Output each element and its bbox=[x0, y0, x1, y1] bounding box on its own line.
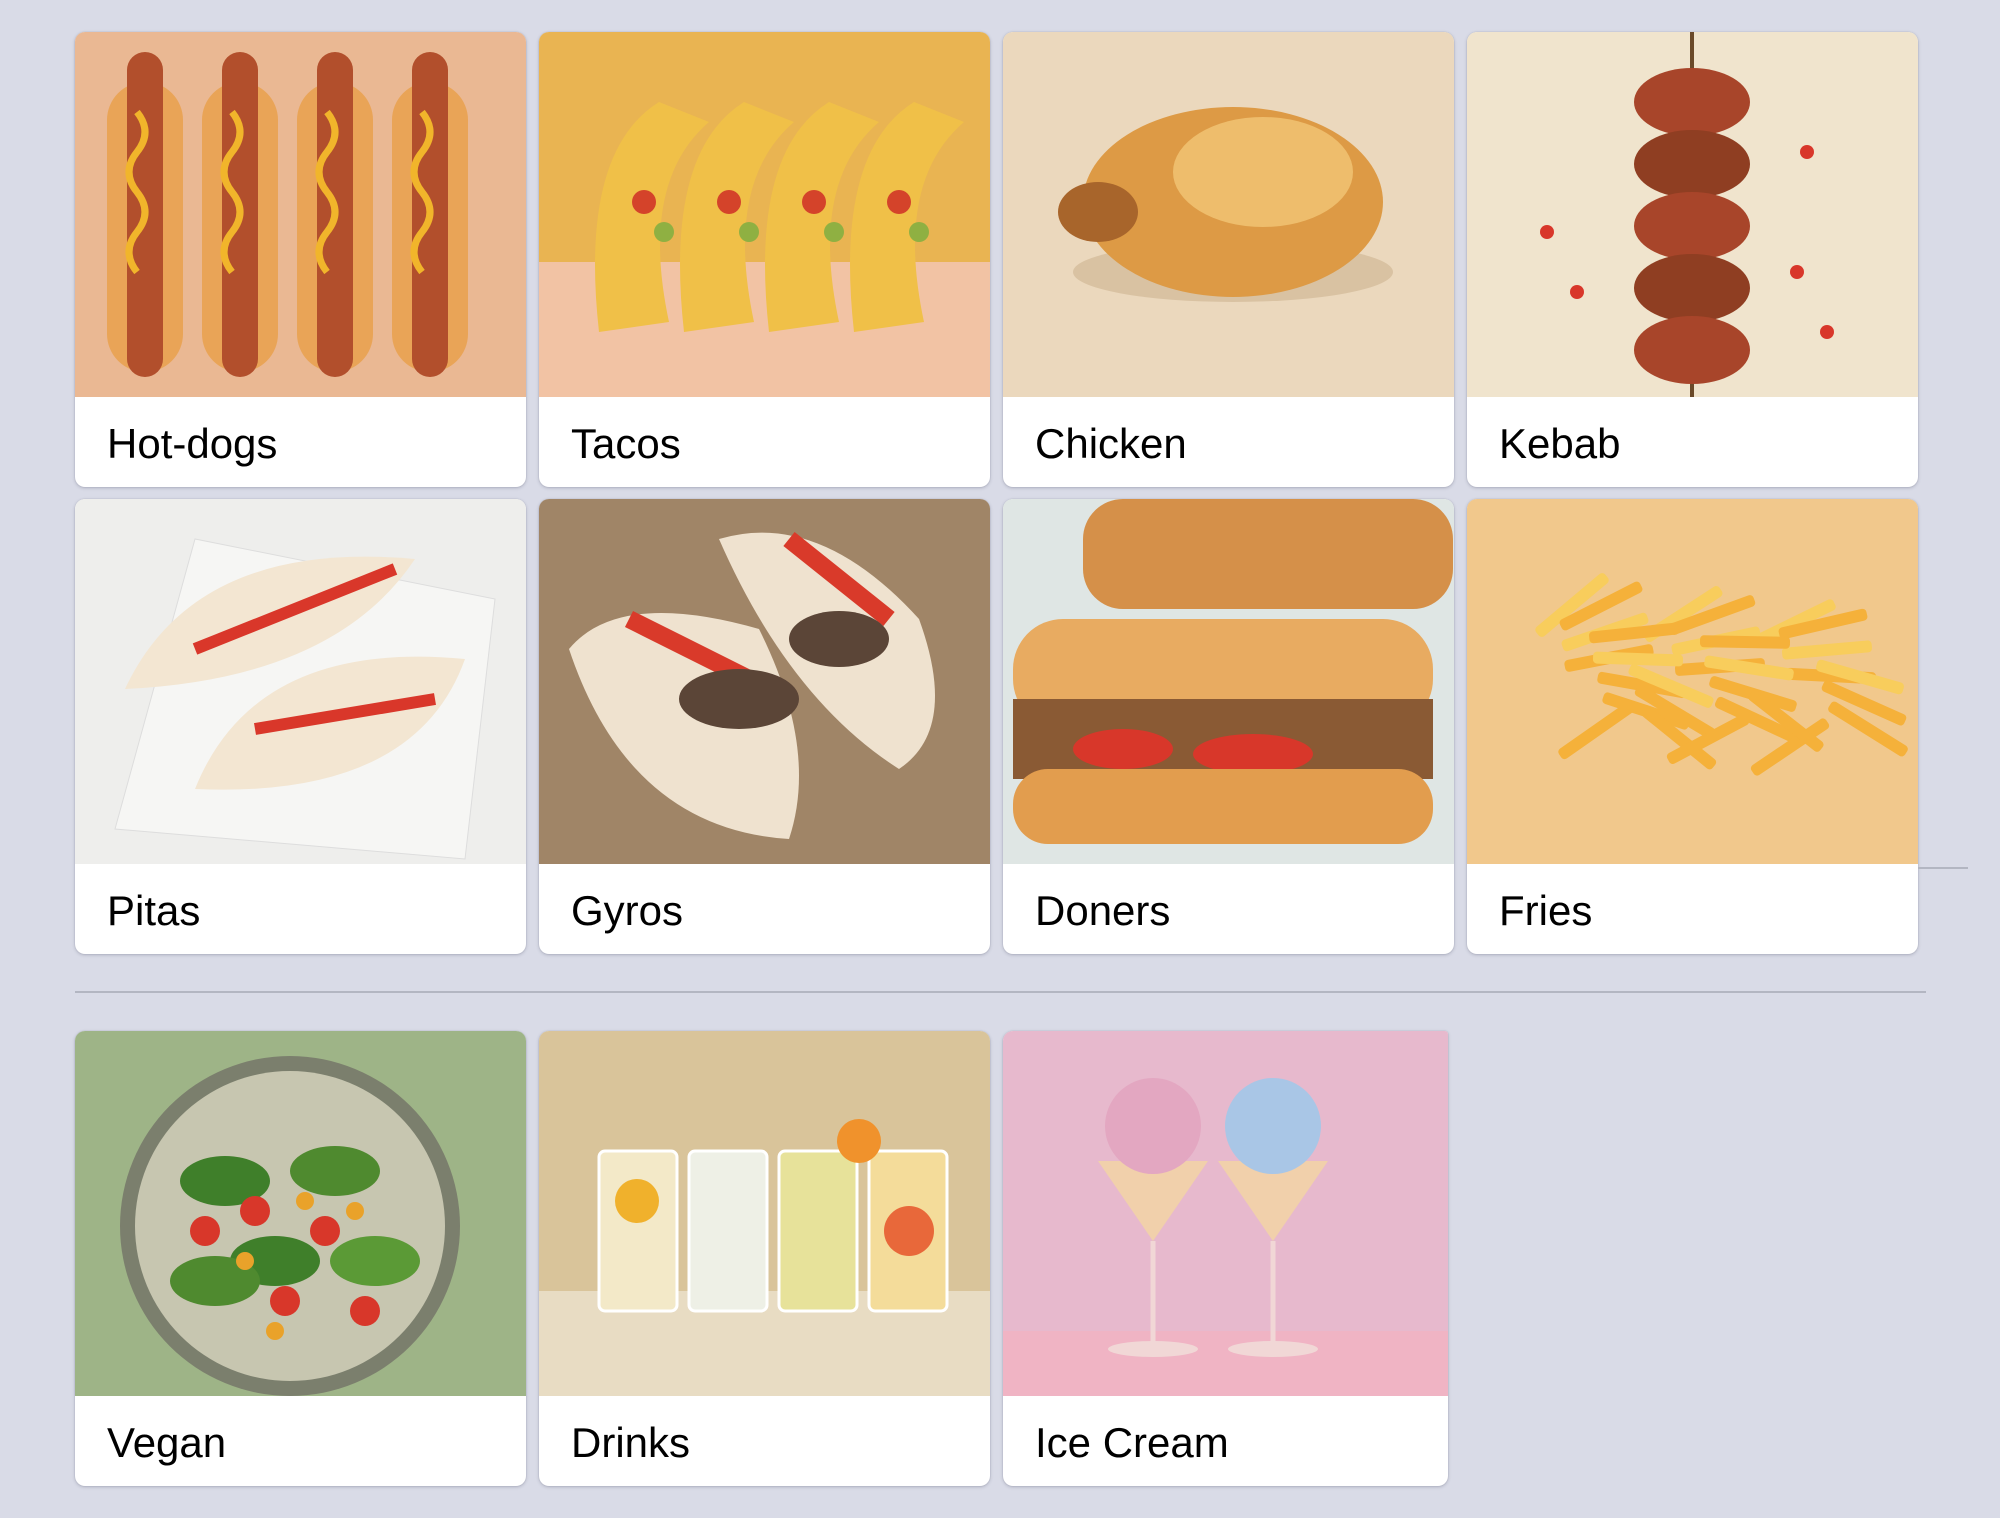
kebab-photo bbox=[1467, 32, 1918, 397]
pitas-photo-illustration bbox=[114, 538, 496, 860]
gyros-photo-illustration bbox=[569, 531, 935, 839]
drinks-photo bbox=[539, 1031, 990, 1396]
fries-photo bbox=[1467, 499, 1918, 864]
chicken-photo bbox=[1003, 32, 1454, 397]
hot-dogs-photo-illustration bbox=[107, 52, 468, 377]
vegan-photo bbox=[75, 1031, 526, 1396]
ice-cream-photo-illustration bbox=[1003, 1078, 1448, 1396]
pitas-photo bbox=[75, 499, 526, 864]
category-card-ice-cream[interactable]: Ice Cream bbox=[1003, 1031, 1448, 1486]
category-label: Kebab bbox=[1499, 420, 1621, 467]
category-card-hot-dogs[interactable]: Hot-dogs bbox=[75, 32, 526, 487]
chicken-photo-illustration bbox=[1058, 107, 1393, 302]
drinks-photo-illustration bbox=[539, 1119, 990, 1396]
section-divider bbox=[75, 991, 1926, 993]
category-label: Chicken bbox=[1035, 420, 1187, 467]
kebab-photo-illustration bbox=[1540, 32, 1834, 397]
doners-photo-illustration bbox=[1013, 499, 1453, 844]
category-label: Drinks bbox=[571, 1419, 691, 1466]
hot-dogs-photo bbox=[75, 32, 526, 397]
category-card-doners[interactable]: Doners bbox=[1003, 499, 1454, 954]
gyros-photo bbox=[539, 499, 990, 864]
category-label: Vegan bbox=[107, 1419, 227, 1466]
category-card-chicken[interactable]: Chicken bbox=[1003, 32, 1454, 487]
fries-photo-illustration bbox=[1535, 573, 1908, 776]
category-card-pitas[interactable]: Pitas bbox=[75, 499, 526, 954]
category-label: Doners bbox=[1035, 887, 1171, 934]
category-card-kebab[interactable]: Kebab bbox=[1467, 32, 1918, 487]
category-card-tacos[interactable]: Tacos bbox=[539, 32, 990, 487]
divider-fragment bbox=[1918, 867, 1968, 869]
category-label: Hot-dogs bbox=[107, 420, 278, 467]
category-card-drinks[interactable]: Drinks bbox=[539, 1031, 990, 1486]
ice-cream-photo bbox=[1003, 1031, 1448, 1396]
category-label: Fries bbox=[1499, 887, 1593, 934]
doners-photo bbox=[1003, 499, 1454, 864]
vegan-photo-illustration bbox=[120, 1056, 460, 1396]
tacos-photo bbox=[539, 32, 990, 397]
category-card-vegan[interactable]: Vegan bbox=[75, 1031, 526, 1486]
category-label: Gyros bbox=[571, 887, 684, 934]
category-label: Ice Cream bbox=[1035, 1419, 1229, 1466]
tacos-photo-illustration bbox=[539, 102, 990, 397]
category-label: Tacos bbox=[571, 420, 681, 467]
category-card-fries[interactable]: Fries bbox=[1467, 499, 1918, 954]
category-card-gyros[interactable]: Gyros bbox=[539, 499, 990, 954]
category-label: Pitas bbox=[107, 887, 201, 934]
